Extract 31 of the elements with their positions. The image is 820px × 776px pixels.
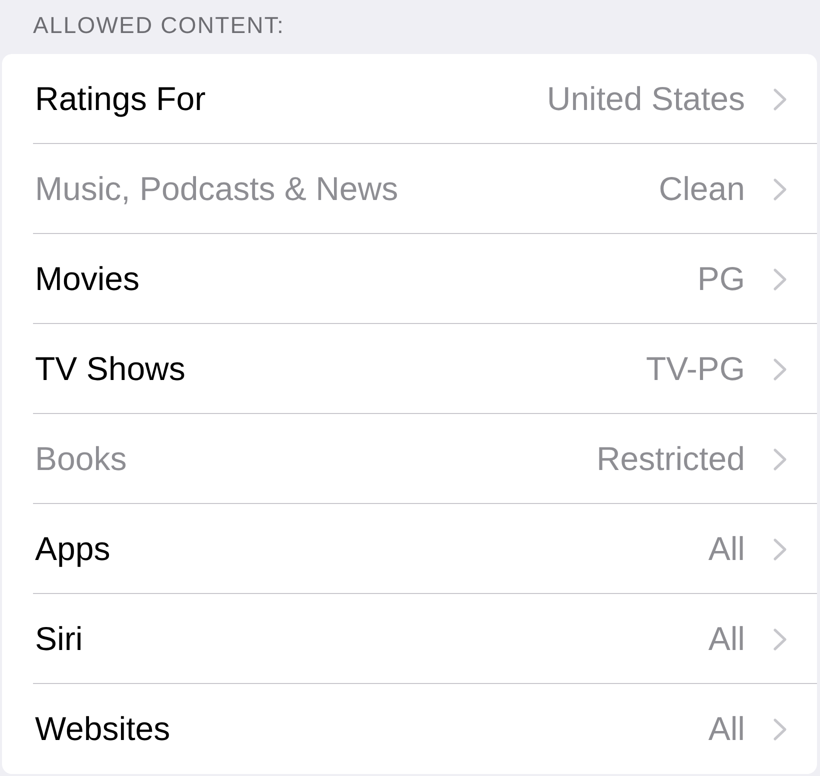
row-value: All bbox=[708, 710, 745, 748]
chevron-right-icon bbox=[773, 358, 787, 380]
chevron-right-icon bbox=[773, 88, 787, 110]
row-label: Movies bbox=[35, 260, 140, 298]
row-label: Music, Podcasts & News bbox=[35, 170, 398, 208]
row-value: All bbox=[708, 530, 745, 568]
row-value: United States bbox=[546, 80, 745, 118]
chevron-right-icon bbox=[773, 178, 787, 200]
settings-row[interactable]: Ratings For United States bbox=[2, 54, 817, 144]
chevron-right-icon bbox=[773, 538, 787, 560]
settings-row[interactable]: Siri All bbox=[2, 594, 817, 684]
chevron-right-icon bbox=[773, 718, 787, 740]
section-header: ALLOWED CONTENT: bbox=[33, 11, 284, 39]
row-value: TV-PG bbox=[646, 350, 745, 388]
row-label: Ratings For bbox=[35, 80, 206, 118]
row-value: Clean bbox=[658, 170, 745, 208]
settings-row[interactable]: TV Shows TV-PG bbox=[2, 324, 817, 414]
settings-row[interactable]: Websites All bbox=[2, 684, 817, 774]
chevron-right-icon bbox=[773, 268, 787, 290]
row-value: All bbox=[708, 620, 745, 658]
row-value: PG bbox=[697, 260, 745, 298]
settings-row[interactable]: Apps All bbox=[2, 504, 817, 594]
chevron-right-icon bbox=[773, 628, 787, 650]
row-label: Apps bbox=[35, 530, 110, 568]
chevron-right-icon bbox=[773, 448, 787, 470]
row-value: Restricted bbox=[596, 440, 745, 478]
row-label: TV Shows bbox=[35, 350, 186, 388]
row-label: Siri bbox=[35, 620, 83, 658]
row-label: Books bbox=[35, 440, 127, 478]
row-label: Websites bbox=[35, 710, 170, 748]
settings-row[interactable]: Movies PG bbox=[2, 234, 817, 324]
